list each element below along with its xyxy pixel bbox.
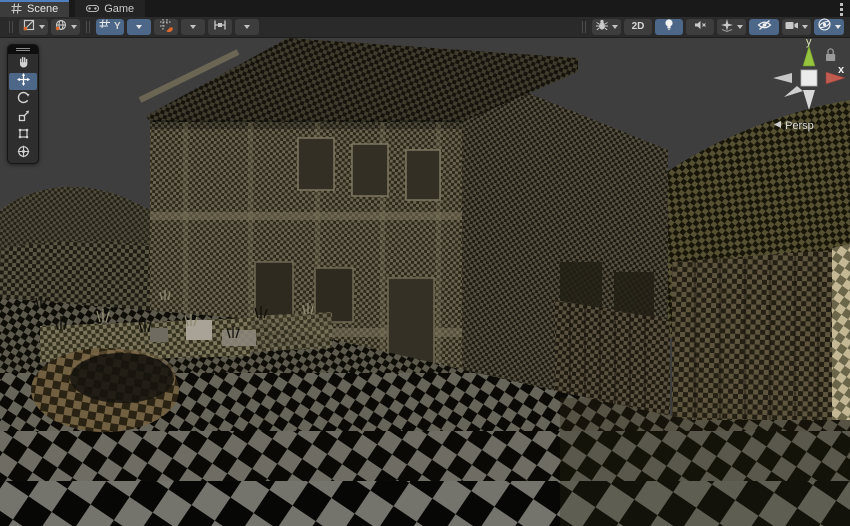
chevron-down-icon: [71, 25, 77, 29]
axis-diagonal-cone[interactable]: [784, 86, 803, 97]
grid-snapping-dropdown[interactable]: [181, 19, 205, 35]
orientation-gizmo[interactable]: y x Persp: [745, 36, 850, 136]
toolbar-drag-handle[interactable]: [9, 21, 13, 33]
chevron-down-icon: [136, 25, 142, 29]
scene-lighting-button[interactable]: [655, 19, 683, 35]
grid-visibility-dropdown[interactable]: [127, 19, 151, 35]
mode-2d-label: 2D: [632, 22, 645, 32]
padlock-icon[interactable]: [826, 49, 835, 61]
chevron-down-icon: [802, 25, 808, 29]
tools-overlay: [7, 44, 39, 164]
axis-x-label: x: [838, 64, 845, 76]
scale-tool-button[interactable]: [9, 109, 37, 126]
rect-tool-button[interactable]: [9, 127, 37, 144]
bug-icon: [595, 18, 609, 37]
eye-slash-icon: [757, 18, 772, 36]
gizmos-sphere-icon: [817, 17, 832, 37]
tab-game[interactable]: Game: [75, 0, 145, 17]
kebab-menu-icon[interactable]: [840, 3, 844, 16]
scale-icon: [17, 109, 30, 127]
stone-trough[interactable]: [31, 348, 179, 432]
transform-tool-button[interactable]: [9, 145, 37, 162]
projection-toggle[interactable]: Persp: [774, 120, 814, 132]
grid-visibility-button[interactable]: Y: [96, 19, 124, 35]
axis-y-cone[interactable]: [803, 46, 815, 66]
hand-tool-button[interactable]: [9, 55, 37, 72]
tab-bar: Scene Game: [0, 0, 850, 17]
hand-icon: [17, 55, 30, 73]
projection-label: Persp: [785, 120, 814, 132]
axis-y-label: y: [806, 36, 812, 48]
axis-left-cone[interactable]: [773, 73, 792, 83]
axis-down-cone[interactable]: [803, 90, 815, 110]
snap-increment-button[interactable]: [208, 19, 232, 35]
unity-editor-window: Scene Game: [0, 0, 850, 526]
camera-icon: [785, 18, 799, 36]
gamepad-icon: [86, 4, 99, 13]
chevron-down-icon: [39, 25, 45, 29]
snap-increment-icon: [213, 18, 227, 36]
grid-axis-icon: [99, 18, 111, 36]
effects-icon: [720, 18, 734, 37]
scene-effects-dropdown[interactable]: [717, 19, 746, 35]
speaker-muted-icon: [694, 18, 707, 36]
toolbar-separator: [86, 21, 90, 33]
chevron-down-icon: [244, 25, 250, 29]
rotate-icon: [17, 91, 30, 109]
scene-viewport[interactable]: [0, 38, 850, 526]
scene-visibility-button[interactable]: [749, 19, 779, 35]
mode-2d-button[interactable]: 2D: [624, 19, 652, 35]
scene-view-toolbar: Y: [0, 17, 850, 38]
grid-axis-label: Y: [114, 22, 121, 32]
chevron-down-icon: [612, 25, 618, 29]
projection-arrow-icon: [774, 121, 781, 128]
scene-camera-dropdown[interactable]: [782, 19, 811, 35]
chevron-down-icon: [835, 25, 841, 29]
tab-scene[interactable]: Scene: [0, 0, 69, 17]
grid-tab-icon: [11, 3, 22, 14]
rect-tool-icon: [17, 127, 30, 145]
move-tool-button[interactable]: [9, 73, 37, 90]
gizmos-dropdown[interactable]: [814, 19, 844, 35]
tab-label: Scene: [27, 3, 58, 15]
shaded-draw-mode-icon: [22, 18, 36, 37]
scene-audio-button[interactable]: [686, 19, 714, 35]
chevron-down-icon: [737, 25, 743, 29]
rotate-tool-button[interactable]: [9, 91, 37, 108]
lightbulb-icon: [663, 18, 675, 36]
chevron-down-icon: [190, 25, 196, 29]
wireframe-globe-icon: [54, 18, 68, 37]
gizmo-center-cube[interactable]: [801, 70, 817, 86]
overlay-drag-handle[interactable]: [8, 45, 38, 54]
toolbar-separator: [582, 21, 586, 33]
grid-snapping-button[interactable]: [154, 19, 178, 35]
transform-icon: [17, 145, 30, 163]
snap-magnet-icon: [159, 18, 173, 37]
debug-mode-dropdown[interactable]: [592, 19, 621, 35]
metrics-dropdown[interactable]: [51, 19, 80, 35]
move-arrows-icon: [17, 73, 30, 91]
draw-mode-dropdown[interactable]: [19, 19, 48, 35]
tab-label: Game: [104, 3, 134, 15]
snap-increment-dropdown[interactable]: [235, 19, 259, 35]
